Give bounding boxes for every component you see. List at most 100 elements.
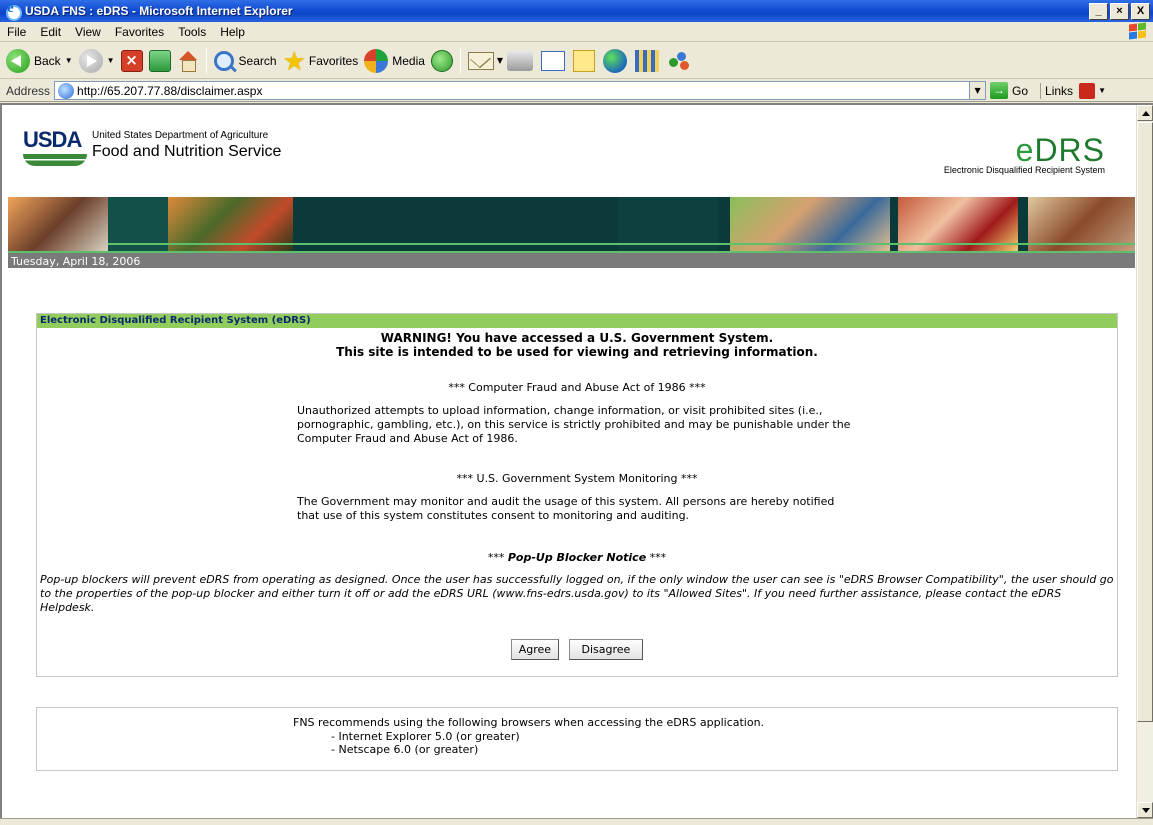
agency-title: Food and Nutrition Service xyxy=(92,143,282,160)
menu-view[interactable]: View xyxy=(68,25,108,39)
fraud-act-heading: *** Computer Fraud and Abuse Act of 1986… xyxy=(448,381,706,394)
address-input[interactable]: http://65.207.77.88/disclaimer.aspx ▼ xyxy=(54,81,987,100)
department-name: United States Department of Agriculture xyxy=(92,130,269,141)
scrollbar-thumb[interactable] xyxy=(1137,122,1153,722)
edrs-logo-e: e xyxy=(1015,132,1035,168)
fraud-act-text: Unauthorized attempts to upload informat… xyxy=(297,404,851,445)
back-button[interactable]: Back ▼ xyxy=(3,46,76,76)
usda-swoosh-icon xyxy=(23,154,87,166)
address-bar: Address http://65.207.77.88/disclaimer.a… xyxy=(0,80,1153,102)
go-label: Go xyxy=(1012,83,1029,98)
page-icon xyxy=(58,82,75,99)
favorites-label: Favorites xyxy=(308,53,359,68)
standard-toolbar: Back ▼ ▼ × Search ★ Favorites Media ▼ xyxy=(0,43,1153,79)
search-label: Search xyxy=(238,53,277,68)
links-dropdown-icon[interactable]: ▼ xyxy=(1098,86,1106,95)
menu-favorites[interactable]: Favorites xyxy=(108,25,171,39)
window-title: USDA FNS : eDRS - Microsoft Internet Exp… xyxy=(25,4,293,18)
popup-blocker-text: Pop-up blockers will prevent eDRS from o… xyxy=(40,573,1114,614)
forward-button[interactable]: ▼ xyxy=(76,46,118,76)
photo-banner xyxy=(8,197,1135,251)
menu-file[interactable]: File xyxy=(0,25,33,39)
media-button[interactable]: Media xyxy=(361,46,428,76)
search-icon xyxy=(213,50,234,71)
disclaimer-panel: Electronic Disqualified Recipient System… xyxy=(36,313,1118,677)
mail-icon[interactable] xyxy=(467,51,494,70)
browser-recommendation-panel: FNS recommends using the following brows… xyxy=(36,707,1118,771)
back-dropdown-icon[interactable]: ▼ xyxy=(65,56,73,65)
monitoring-heading: *** U.S. Government System Monitoring **… xyxy=(456,472,698,485)
menu-tools[interactable]: Tools xyxy=(171,25,213,39)
minimize-button[interactable]: _ xyxy=(1089,2,1108,20)
research-icon[interactable] xyxy=(635,49,660,72)
print-icon[interactable] xyxy=(507,50,534,71)
window-controls: _ × X xyxy=(1089,2,1150,20)
address-label: Address xyxy=(6,83,51,98)
edrs-logo-letters: DRS xyxy=(1034,132,1105,168)
maximize-button[interactable]: × xyxy=(1110,2,1129,20)
forward-arrow-icon xyxy=(78,48,103,73)
menu-help[interactable]: Help xyxy=(213,25,252,39)
media-icon xyxy=(364,48,389,73)
windows-logo-icon xyxy=(1125,21,1147,41)
vertical-scrollbar[interactable] xyxy=(1136,105,1153,818)
scroll-up-arrow-icon[interactable] xyxy=(1137,105,1153,121)
history-icon[interactable] xyxy=(430,49,453,72)
home-icon[interactable] xyxy=(177,50,199,72)
internet-explorer-icon xyxy=(4,0,22,21)
banner-photo-basketball xyxy=(8,197,108,251)
popup-stars-right: *** xyxy=(649,551,667,564)
site-header: USDA United States Department of Agricul… xyxy=(8,119,1135,197)
back-label: Back xyxy=(34,53,61,68)
media-label: Media xyxy=(392,53,425,68)
edrs-full-name: Electronic Disqualified Recipient System xyxy=(943,165,1105,175)
globe-icon[interactable] xyxy=(603,48,628,73)
discuss-icon[interactable] xyxy=(573,49,596,72)
browser-recommendation-intro: FNS recommends using the following brows… xyxy=(293,716,765,729)
stop-icon[interactable]: × xyxy=(120,49,143,72)
popup-stars-left: *** xyxy=(487,551,505,564)
favorites-button[interactable]: ★ Favorites xyxy=(280,46,362,76)
refresh-icon[interactable] xyxy=(148,49,171,72)
go-arrow-icon: → xyxy=(990,82,1009,99)
edit-icon[interactable] xyxy=(541,50,566,71)
mail-dropdown-icon[interactable]: ▼ xyxy=(497,56,503,65)
links-label: Links xyxy=(1045,83,1074,98)
browser-list-item: - Netscape 6.0 (or greater) xyxy=(331,743,479,756)
links-button[interactable]: Links ▼ xyxy=(1040,82,1106,99)
disagree-button[interactable]: Disagree xyxy=(568,639,644,660)
messenger-icon[interactable] xyxy=(667,50,691,72)
usda-wordmark: USDA xyxy=(23,127,82,152)
acrobat-icon[interactable] xyxy=(1079,82,1096,99)
warning-line-2: This site is intended to be used for vie… xyxy=(336,345,818,359)
popup-blocker-heading: *** Pop-Up Blocker Notice *** xyxy=(37,551,1117,564)
favorites-star-icon: ★ xyxy=(282,45,306,76)
disclaimer-buttons: Agree Disagree xyxy=(37,639,1117,660)
menu-bar: File Edit View Favorites Tools Help xyxy=(0,21,1153,42)
toolbar-separator xyxy=(205,47,207,74)
disclaimer-panel-title: Electronic Disqualified Recipient System… xyxy=(37,314,1117,328)
usda-logo[interactable]: USDA xyxy=(23,127,87,166)
forward-dropdown-icon[interactable]: ▼ xyxy=(107,56,115,65)
close-button[interactable]: X xyxy=(1131,2,1150,20)
address-url[interactable]: http://65.207.77.88/disclaimer.aspx xyxy=(77,84,262,98)
agree-button[interactable]: Agree xyxy=(510,639,560,660)
browser-viewport: USDA United States Department of Agricul… xyxy=(0,103,1153,818)
go-button[interactable]: → Go xyxy=(990,82,1028,99)
edrs-logo: eDRS Electronic Disqualified Recipient S… xyxy=(943,132,1105,175)
page-content: USDA United States Department of Agricul… xyxy=(8,119,1135,771)
monitoring-text: The Government may monitor and audit the… xyxy=(297,495,835,522)
menu-edit[interactable]: Edit xyxy=(33,25,68,39)
scroll-down-arrow-icon[interactable] xyxy=(1137,802,1153,818)
popup-blocker-title: Pop-Up Blocker Notice xyxy=(507,551,647,564)
address-dropdown-icon[interactable]: ▼ xyxy=(969,82,986,99)
search-button[interactable]: Search xyxy=(211,46,280,76)
toolbar-separator xyxy=(459,47,461,74)
date-bar: Tuesday, April 18, 2006 xyxy=(8,251,1135,268)
banner-accent-line xyxy=(108,243,1135,245)
agency-name: United States Department of Agriculture … xyxy=(92,130,281,161)
status-bar xyxy=(0,818,1153,825)
window-title-bar[interactable]: USDA FNS : eDRS - Microsoft Internet Exp… xyxy=(0,0,1153,22)
back-arrow-icon xyxy=(6,48,30,73)
warning-line-1: WARNING! You have accessed a U.S. Govern… xyxy=(380,331,774,345)
